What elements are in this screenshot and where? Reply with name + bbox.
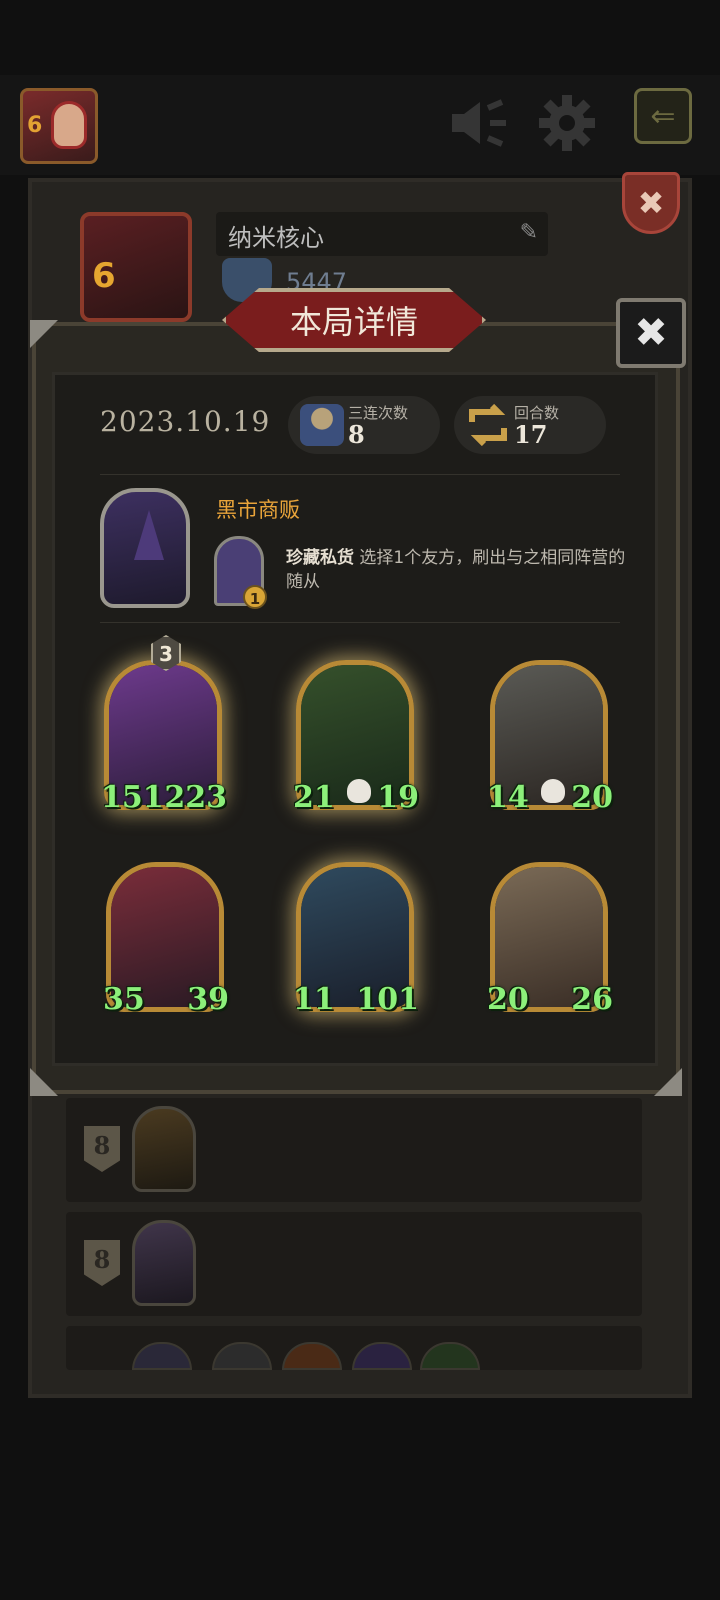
dialog-close-button[interactable]: ✖ (616, 298, 686, 368)
gear-icon[interactable] (534, 90, 600, 156)
hero-power-cost: 1 (243, 585, 267, 609)
hero-portrait (100, 488, 190, 608)
history-hero-portrait (132, 1220, 196, 1306)
rank-badge: 8 (84, 1126, 120, 1172)
hero-name: 黑市商贩 (216, 498, 300, 522)
profile-close-button[interactable]: ✖ (622, 172, 680, 234)
minion-card[interactable]: 11 101 (293, 862, 419, 1017)
minion-card[interactable]: 20 26 (487, 862, 613, 1017)
pencil-icon[interactable]: ✎ (520, 220, 538, 245)
minion-gems (293, 883, 307, 902)
divider (100, 474, 620, 475)
history-row[interactable]: 8 (66, 1212, 642, 1316)
hero-art (134, 510, 164, 560)
minion-attack: 151 (101, 780, 164, 815)
minion-attack: 20 (487, 982, 529, 1017)
divider (100, 622, 620, 623)
history-hero-portrait (132, 1106, 196, 1192)
minion-card[interactable]: 35 39 (103, 862, 229, 1017)
minion-health: 19 (377, 780, 419, 815)
dialog-title-text: 本局详情 (289, 303, 418, 341)
history-row[interactable]: 8 (66, 1098, 642, 1202)
rounds-value: 17 (514, 420, 548, 449)
rounds-stat: 回合数 17 (454, 396, 606, 454)
exit-icon[interactable]: ⇐ (634, 88, 692, 144)
player-level: 6 (27, 113, 43, 138)
dialog-corner (30, 320, 58, 348)
minion-gems (101, 681, 115, 700)
minion-gems (487, 883, 501, 902)
dialog-title: 本局详情 (222, 288, 486, 352)
minion-gems (487, 681, 501, 700)
speaker-icon[interactable] (446, 90, 512, 156)
minion-health: 39 (187, 982, 229, 1017)
skull-icon (347, 779, 371, 803)
close-icon: ✖ (637, 184, 665, 222)
triple-icon (300, 404, 344, 446)
profile-portrait: 6 (80, 212, 192, 322)
minion-attack: 35 (103, 982, 145, 1017)
rank-badge: 8 (84, 1240, 120, 1286)
minion-attack: 21 (293, 780, 335, 815)
skull-icon (541, 779, 565, 803)
close-icon: ✖ (634, 310, 668, 356)
minion-health: 26 (571, 982, 613, 1017)
player-name: 纳米核心 (228, 224, 324, 252)
minion-card[interactable]: 21 19 (293, 660, 419, 815)
profile-level: 6 (92, 256, 116, 296)
triples-value: 8 (348, 420, 365, 449)
hero-power-text: 珍藏私货 选择1个友方，刷出与之相同阵营的随从 (286, 546, 638, 594)
rounds-icon (466, 403, 510, 447)
dialog-corner (30, 1068, 58, 1096)
minion-health: 20 (571, 780, 613, 815)
minion-attack: 14 (487, 780, 529, 815)
minion-health: 223 (164, 780, 227, 815)
top-bar (0, 75, 720, 175)
player-name-field[interactable]: 纳米核心 ✎ (216, 212, 548, 256)
minion-attack: 11 (293, 982, 335, 1017)
hero-power-name: 珍藏私货 (286, 548, 354, 568)
minion-card[interactable]: 14 20 (487, 660, 613, 815)
match-date: 2023.10.19 (100, 405, 271, 438)
minion-health: 101 (356, 982, 419, 1017)
minion-card[interactable]: 3 151 223 (101, 635, 227, 815)
player-avatar-button[interactable]: 6 (20, 88, 98, 164)
avatar-portrait (51, 101, 87, 149)
triples-stat: 三连次数 8 (288, 396, 440, 454)
minion-gems (293, 681, 307, 700)
dialog-corner (654, 1068, 682, 1096)
hero-power-icon: 1 (214, 536, 267, 609)
